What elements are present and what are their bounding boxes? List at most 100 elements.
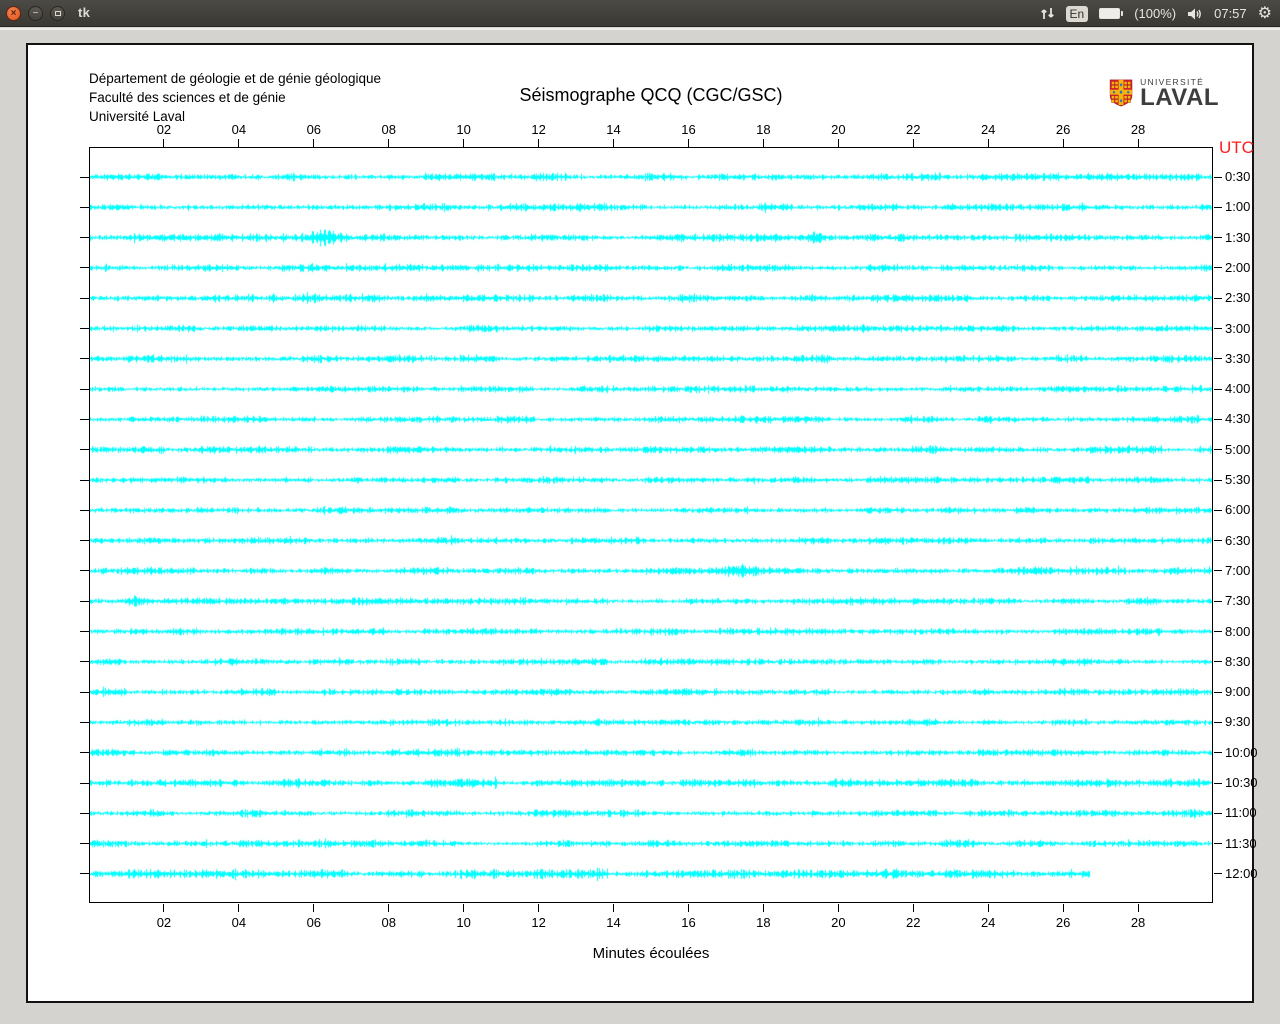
y-axis-tick-right xyxy=(1214,570,1222,572)
system-tray: En (100%) 07:57 ⚙ xyxy=(1040,0,1272,27)
x-axis-tick-label-bottom: 08 xyxy=(381,915,396,930)
seismogram-canvas xyxy=(90,148,1212,902)
keyboard-layout-indicator[interactable]: En xyxy=(1065,5,1089,22)
y-axis-tick-left xyxy=(80,388,89,390)
x-axis-tick-top xyxy=(987,139,989,147)
x-axis-tick-label-top: 14 xyxy=(606,122,621,137)
utc-time-label: 11:00 xyxy=(1225,805,1257,821)
y-axis-tick-right xyxy=(1214,843,1222,845)
x-axis-tick-label-top: 02 xyxy=(156,122,172,137)
x-axis-tick-top xyxy=(1062,139,1064,147)
x-axis-tick-label-top: 04 xyxy=(231,122,247,137)
volume-icon[interactable] xyxy=(1187,7,1203,21)
y-axis-tick-right xyxy=(1214,661,1222,663)
utc-time-label: 5:00 xyxy=(1225,441,1251,457)
x-axis-tick-bottom xyxy=(463,904,465,912)
x-axis-tick-bottom xyxy=(613,904,615,912)
network-updown-icon[interactable] xyxy=(1040,6,1055,21)
x-axis-tick-label-top: 24 xyxy=(980,122,996,137)
x-axis-tick-top xyxy=(163,139,165,147)
laval-logo-text: UNIVERSITÉ LAVAL xyxy=(1140,77,1219,110)
x-axis-tick-label-bottom: 18 xyxy=(756,915,771,930)
desktop: { "titlebar": { "title": "tk", "tray": {… xyxy=(0,0,1280,1024)
y-axis-tick-left xyxy=(80,661,89,663)
utc-time-label: 3:30 xyxy=(1225,350,1251,366)
y-axis-tick-right xyxy=(1214,267,1222,269)
x-axis-tick-bottom xyxy=(163,904,165,912)
y-axis-tick-left xyxy=(80,358,89,360)
x-axis-tick-label-top: 16 xyxy=(681,122,696,137)
y-axis-tick-left xyxy=(80,297,89,299)
x-axis-tick-label-top: 06 xyxy=(306,122,322,137)
y-axis-tick-right xyxy=(1214,418,1222,420)
y-axis-tick-right xyxy=(1214,812,1222,814)
x-axis-tick-label-bottom: 04 xyxy=(231,915,247,930)
window-title: tk xyxy=(78,5,91,20)
x-axis-title: Minutes écoulées xyxy=(592,945,710,962)
x-axis-tick-top xyxy=(1137,139,1139,147)
x-axis-tick-label-bottom: 28 xyxy=(1130,915,1146,930)
y-axis-tick-left xyxy=(80,600,89,602)
y-axis-tick-left xyxy=(80,449,89,451)
battery-percentage: (100%) xyxy=(1134,6,1177,21)
y-axis-tick-right xyxy=(1214,176,1222,178)
x-axis-tick-label-top: 18 xyxy=(756,122,771,137)
y-axis-tick-right xyxy=(1214,540,1222,542)
x-axis-tick-label-top: 10 xyxy=(456,122,471,137)
y-axis-tick-left xyxy=(80,237,89,239)
utc-time-label: 2:30 xyxy=(1225,290,1251,306)
x-axis-tick-label-top: 08 xyxy=(381,122,396,137)
titlebar-edge-highlight xyxy=(0,28,1280,30)
x-axis-tick-bottom xyxy=(538,904,540,912)
y-axis-tick-right xyxy=(1214,328,1222,329)
y-axis-tick-right xyxy=(1214,721,1222,723)
x-axis-tick-label-bottom: 16 xyxy=(681,915,696,930)
utc-time-label: 8:00 xyxy=(1225,623,1251,639)
x-axis-tick-top xyxy=(762,139,764,147)
utc-time-label: 6:30 xyxy=(1225,532,1251,548)
y-axis-tick-left xyxy=(80,540,89,542)
y-axis-tick-left xyxy=(80,873,89,875)
y-axis-tick-left xyxy=(80,812,89,814)
y-axis-tick-left xyxy=(80,509,89,511)
clock[interactable]: 07:57 xyxy=(1214,6,1247,21)
utc-time-label: 6:00 xyxy=(1225,502,1251,518)
battery-icon[interactable] xyxy=(1099,8,1124,19)
y-axis-tick-left xyxy=(80,418,89,420)
tk-window: Département de géologie et de génie géol… xyxy=(26,43,1258,1003)
utc-time-label: 1:30 xyxy=(1225,229,1251,245)
x-axis-tick-top xyxy=(837,139,839,147)
y-axis-tick-left xyxy=(80,782,89,784)
minimize-button[interactable]: − xyxy=(28,6,43,21)
utc-time-label: 4:30 xyxy=(1225,411,1251,427)
chart-title: Séismographe QCQ (CGC/GSC) xyxy=(519,85,783,105)
utc-time-label: 5:30 xyxy=(1225,472,1251,487)
titlebar: × − tk En (100%) 07:57 ⚙ xyxy=(0,0,1280,27)
x-axis-tick-bottom xyxy=(837,904,839,912)
x-axis-tick-bottom xyxy=(388,904,390,912)
y-axis-tick-right xyxy=(1214,388,1222,390)
close-button[interactable]: × xyxy=(6,6,21,21)
y-axis-tick-right xyxy=(1214,600,1222,602)
utc-time-label: 11:30 xyxy=(1225,835,1257,851)
y-axis-tick-left xyxy=(80,752,89,754)
maximize-button[interactable] xyxy=(50,6,65,21)
y-axis-tick-right xyxy=(1214,782,1222,784)
y-axis-tick-right xyxy=(1214,752,1222,754)
y-axis-tick-right xyxy=(1214,873,1222,875)
x-axis-tick-bottom xyxy=(238,904,240,912)
y-axis-tick-left xyxy=(80,206,89,208)
utc-time-label: 10:00 xyxy=(1225,744,1258,760)
y-axis-tick-left xyxy=(80,721,89,723)
y-axis-tick-left xyxy=(80,267,89,269)
x-axis-tick-top xyxy=(687,139,689,147)
x-axis-tick-bottom xyxy=(313,904,315,912)
x-axis-tick-bottom xyxy=(987,904,989,912)
gear-icon[interactable]: ⚙ xyxy=(1258,5,1272,22)
x-axis-tick-top xyxy=(238,139,240,147)
universite-laval-logo: UNIVERSITÉ LAVAL xyxy=(1109,69,1219,117)
x-axis-tick-label-bottom: 24 xyxy=(980,915,996,930)
x-axis-tick-top xyxy=(388,139,390,147)
x-axis-tick-bottom xyxy=(762,904,764,912)
x-axis-tick-label-bottom: 22 xyxy=(906,915,921,930)
